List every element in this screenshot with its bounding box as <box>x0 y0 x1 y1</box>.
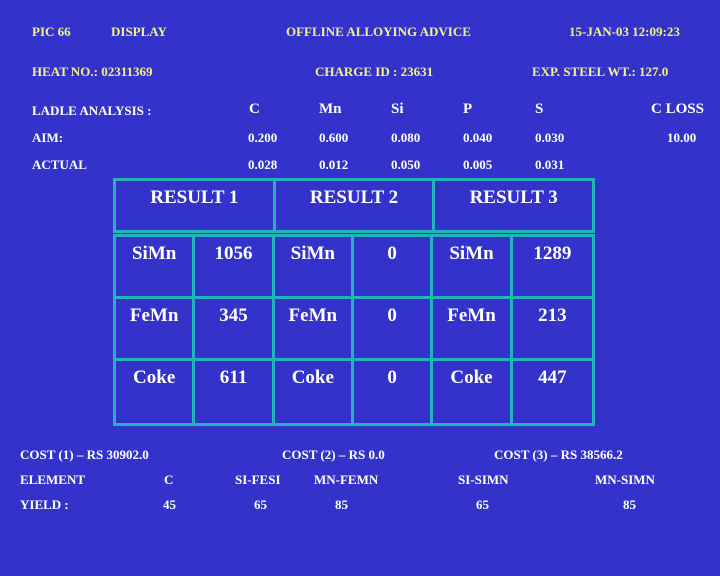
aim-c-loss: 10.00 <box>667 130 697 145</box>
element-si-simn: SI-SIMN <box>458 472 509 487</box>
result-2-quantity: 0 <box>354 361 434 423</box>
actual-s: 0.031 <box>535 157 565 172</box>
result-3-material: FeMn <box>433 299 513 361</box>
result-3-quantity: 1289 <box>512 237 592 299</box>
result-1-material: Coke <box>116 361 196 423</box>
col-mn: Mn <box>319 101 342 117</box>
result-2-quantity: 0 <box>354 299 434 361</box>
result-3-quantity: 213 <box>512 299 592 361</box>
results-table: SiMn 1056 SiMn 0 SiMn 1289 FeMn 345 FeMn… <box>113 234 595 426</box>
results-header: RESULT 1 RESULT 2 RESULT 3 <box>113 178 595 233</box>
result-1-material: SiMn <box>116 237 196 299</box>
result-3-material: SiMn <box>433 237 513 299</box>
element-label: ELEMENT <box>20 472 86 487</box>
result-3-quantity: 447 <box>538 367 567 388</box>
actual-mn: 0.012 <box>319 157 349 172</box>
mode-label: DISPLAY <box>111 24 167 39</box>
aim-mn: 0.600 <box>319 130 349 145</box>
result-1-material: FeMn <box>116 299 196 361</box>
heat-number: HEAT NO.: 02311369 <box>32 64 153 79</box>
element-mn-simn: MN-SIMN <box>595 472 655 487</box>
result-2-material: Coke <box>275 361 354 423</box>
element-si-fesi: SI-FESI <box>235 472 281 487</box>
result-1-quantity: 345 <box>195 299 275 361</box>
col-s: S <box>535 101 544 117</box>
actual-si: 0.050 <box>391 157 421 172</box>
result-3-header: RESULT 3 <box>432 181 592 230</box>
ladle-analysis-label: LADLE ANALYSIS : <box>32 103 152 118</box>
result-2-quantity: 0 <box>354 237 434 299</box>
aim-s: 0.030 <box>535 130 565 145</box>
actual-label: ACTUAL <box>32 157 87 172</box>
element-c: C <box>164 472 174 487</box>
screen-title: OFFLINE ALLOYING ADVICE <box>286 24 471 39</box>
col-si: Si <box>391 101 404 117</box>
aim-c: 0.200 <box>248 130 278 145</box>
result-1-quantity: 611 <box>195 361 275 423</box>
yield-mn-femn: 85 <box>335 497 348 512</box>
aim-si: 0.080 <box>391 130 421 145</box>
result-2-material: SiMn <box>274 237 354 299</box>
expected-steel-weight: EXP. STEEL WT.: 127.0 <box>532 64 669 79</box>
col-c-loss: C LOSS <box>651 101 704 117</box>
result-1-quantity: 1056 <box>195 237 275 299</box>
col-p: P <box>463 101 473 117</box>
element-mn-femn: MN-FEMN <box>314 472 379 487</box>
actual-c: 0.028 <box>248 157 278 172</box>
result-1-header: RESULT 1 <box>150 187 239 208</box>
result-3-material: Coke <box>433 361 513 423</box>
cost-1: COST (1) – RS 30902.0 <box>20 447 149 462</box>
col-c: C <box>249 101 260 117</box>
actual-p: 0.005 <box>463 157 493 172</box>
pic-label: PIC 66 <box>32 24 71 39</box>
cost-2: COST (2) – RS 0.0 <box>282 447 385 462</box>
yield-si-fesi: 65 <box>254 497 267 512</box>
aim-label: AIM: <box>32 130 64 145</box>
result-2-header: RESULT 2 <box>272 181 433 230</box>
charge-id: CHARGE ID : 23631 <box>315 64 434 79</box>
cost-3: COST (3) – RS 38566.2 <box>494 447 623 462</box>
result-2-material: FeMn <box>274 299 354 361</box>
yield-label: YIELD : <box>20 497 69 512</box>
datetime: 15-JAN-03 12:09:23 <box>569 24 680 39</box>
aim-p: 0.040 <box>463 130 493 145</box>
yield-si-simn: 65 <box>476 497 489 512</box>
yield-mn-simn: 85 <box>623 497 636 512</box>
yield-c: 45 <box>163 497 176 512</box>
